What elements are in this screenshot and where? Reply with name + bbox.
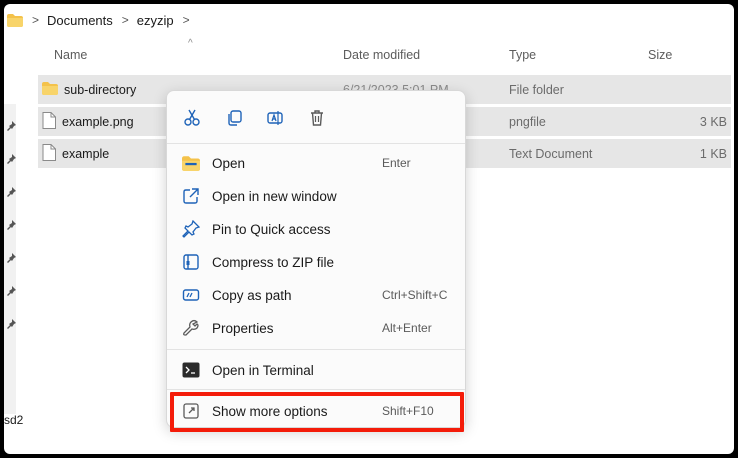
file-type: File folder	[509, 82, 564, 97]
menu-divider	[167, 143, 465, 144]
menu-item-pin-quick-access[interactable]: Pin to Quick access	[175, 214, 459, 244]
file-name: example	[62, 146, 110, 161]
pin-icon[interactable]	[6, 253, 16, 263]
file-size: 1 KB	[699, 146, 727, 161]
folder-icon	[7, 13, 23, 27]
terminal-icon	[181, 360, 201, 380]
breadcrumb-item-documents[interactable]: Documents	[47, 13, 113, 28]
file-icon	[42, 143, 56, 164]
menu-item-compress-zip[interactable]: Compress to ZIP file	[175, 247, 459, 277]
breadcrumb-separator: >	[182, 13, 190, 27]
pin-icon[interactable]	[6, 220, 16, 230]
menu-divider	[167, 389, 465, 390]
file-type: pngfile	[509, 114, 546, 129]
pin-icon[interactable]	[6, 187, 16, 197]
menu-item-copy-as-path[interactable]: Copy as path Ctrl+Shift+C	[175, 280, 459, 310]
breadcrumb-item-ezyzip[interactable]: ezyzip	[137, 13, 174, 28]
pin-icon	[181, 219, 201, 239]
column-header-type[interactable]: Type	[509, 48, 536, 62]
sort-caret-icon: ^	[188, 38, 193, 49]
menu-item-open-terminal[interactable]: Open in Terminal	[175, 355, 459, 385]
copy-icon[interactable]	[221, 105, 247, 131]
file-explorer-window: > Documents > ezyzip > ^ Name Date modif…	[4, 4, 734, 454]
menu-item-open[interactable]: Open Enter	[175, 148, 459, 178]
column-header-name[interactable]: Name	[54, 48, 87, 62]
zip-icon	[181, 252, 201, 272]
pin-icon[interactable]	[6, 154, 16, 164]
context-menu: Open Enter Open in new window Pin to Qui…	[166, 90, 466, 428]
file-type: Text Document	[509, 146, 593, 161]
breadcrumb: > Documents > ezyzip >	[4, 4, 734, 36]
delete-icon[interactable]	[304, 105, 330, 131]
breadcrumb-separator: >	[121, 13, 129, 27]
open-new-window-icon	[181, 186, 201, 206]
menu-shortcut: Ctrl+Shift+C	[382, 288, 448, 302]
column-header-date[interactable]: Date modified	[343, 48, 420, 62]
pin-icon[interactable]	[6, 121, 16, 131]
file-name: example.png	[62, 114, 134, 129]
highlight-annotation-box	[170, 392, 464, 432]
cut-icon[interactable]	[179, 105, 205, 131]
pin-icon[interactable]	[6, 319, 16, 329]
navigation-pane	[4, 104, 16, 414]
wrench-icon	[181, 318, 201, 338]
context-menu-quick-actions	[167, 91, 465, 143]
nav-item-label[interactable]: sd2	[4, 413, 23, 427]
menu-divider	[167, 349, 465, 350]
copy-path-icon	[181, 285, 201, 305]
column-header-size[interactable]: Size	[648, 48, 672, 62]
file-icon	[42, 111, 56, 132]
folder-icon	[181, 153, 201, 173]
pin-icon[interactable]	[6, 286, 16, 296]
file-size: 3 KB	[699, 114, 727, 129]
menu-item-open-new-window[interactable]: Open in new window	[175, 181, 459, 211]
folder-icon	[42, 81, 58, 98]
file-name: sub-directory	[64, 82, 137, 97]
rename-icon[interactable]	[262, 105, 288, 131]
menu-shortcut: Enter	[382, 156, 411, 170]
menu-item-properties[interactable]: Properties Alt+Enter	[175, 313, 459, 343]
menu-shortcut: Alt+Enter	[382, 321, 432, 335]
breadcrumb-separator: >	[32, 13, 40, 27]
